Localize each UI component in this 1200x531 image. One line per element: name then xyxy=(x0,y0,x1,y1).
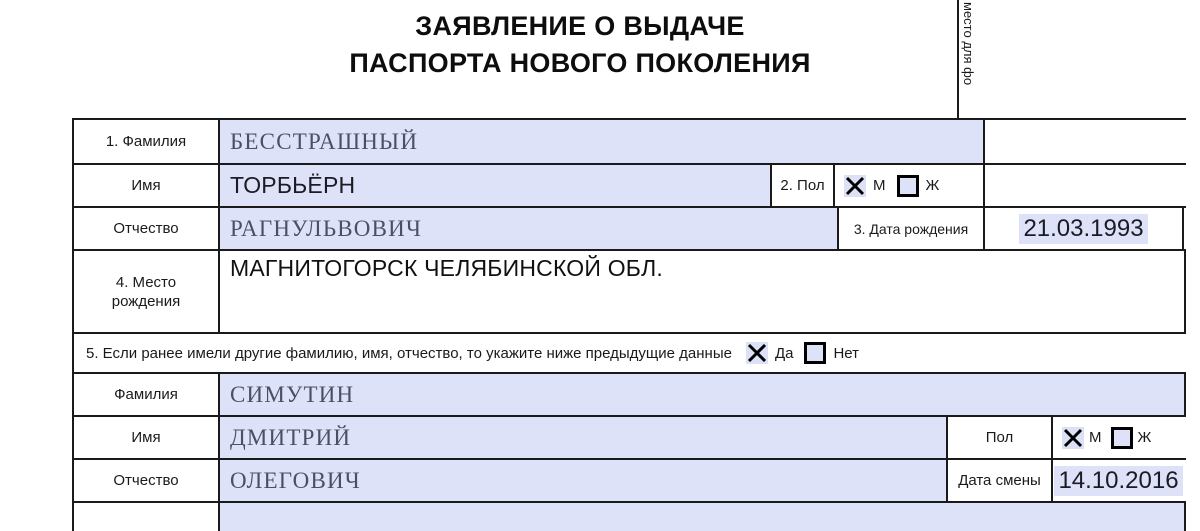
previous-firstname-label: Имя xyxy=(74,417,220,458)
page-title: ЗАЯВЛЕНИЕ О ВЫДАЧЕ ПАСПОРТА НОВОГО ПОКОЛ… xyxy=(215,8,945,82)
previous-surname-label: Фамилия xyxy=(74,374,220,415)
table-row-birthplace: 4. Место рождения МАГНИТОГОРСК ЧЕЛЯБИНСК… xyxy=(74,251,1186,334)
previous-data-question-cell: 5. Если ранее имели другие фамилию, имя,… xyxy=(74,334,1186,372)
previous-sex-female-label: Ж xyxy=(1137,429,1152,446)
photo-placeholder-label: место для фо xyxy=(961,2,976,86)
previous-patronymic-value[interactable]: ОЛЕГОВИЧ xyxy=(220,460,948,501)
previous-patronymic-label: Отчество xyxy=(74,460,220,501)
photo-placeholder-box: место для фо xyxy=(957,0,1200,118)
birthdate-value-cell[interactable]: 21.03.1993 xyxy=(985,208,1184,249)
birthplace-label: 4. Место рождения xyxy=(74,251,220,332)
table-row-previous-surname: Фамилия СИМУТИН xyxy=(74,374,1186,417)
previous-sex-male-label: М xyxy=(1089,429,1102,446)
surname-label: 1. Фамилия xyxy=(74,120,220,163)
change-date-value: 14.10.2016 xyxy=(1054,465,1183,496)
sex-male-checkbox[interactable] xyxy=(844,174,866,197)
sex-female-label: Ж xyxy=(925,177,940,194)
birthplace-value[interactable]: МАГНИТОГОРСК ЧЕЛЯБИНСКОЙ ОБЛ. xyxy=(220,251,1186,332)
patronymic-value[interactable]: РАГНУЛЬВОВИЧ xyxy=(220,208,839,249)
sex-checkbox-group: М Ж xyxy=(835,165,985,206)
sex-label: 2. Пол xyxy=(772,165,835,206)
previous-sex-female-checkbox[interactable] xyxy=(1110,426,1133,449)
page-title-line-2: ПАСПОРТА НОВОГО ПОКОЛЕНИЯ xyxy=(349,48,811,78)
previous-data-options: Да Нет xyxy=(745,342,863,364)
application-form-table: 1. Фамилия БЕССТРАШНЫЙ Имя ТОРБЬЁРН 2. П… xyxy=(72,118,1186,531)
previous-data-question: 5. Если ранее имели другие фамилию, имя,… xyxy=(74,342,1186,364)
table-row-surname: 1. Фамилия БЕССТРАШНЫЙ xyxy=(74,120,1186,165)
table-row-previous-firstname: Имя ДМИТРИЙ Пол М Ж xyxy=(74,417,1186,460)
birthdate-label: 3. Дата рождения xyxy=(839,208,985,249)
previous-firstname-value[interactable]: ДМИТРИЙ xyxy=(220,417,948,458)
previous-data-question-text: 5. Если ранее имели другие фамилию, имя,… xyxy=(86,344,732,362)
change-date-label: Дата смены xyxy=(948,460,1053,501)
firstname-row-filler xyxy=(985,165,1184,206)
patronymic-label: Отчество xyxy=(74,208,220,249)
sex-options: М Ж xyxy=(835,174,952,197)
table-row-previous-data-question: 5. Если ранее имели другие фамилию, имя,… xyxy=(74,334,1186,374)
table-row-patronymic: Отчество РАГНУЛЬВОВИЧ 3. Дата рождения 2… xyxy=(74,208,1186,251)
table-row-firstname: Имя ТОРБЬЁРН 2. Пол М Ж xyxy=(74,165,1186,208)
previous-sex-label: Пол xyxy=(948,417,1053,458)
birthplace-label-line-2: рождения xyxy=(111,292,181,310)
previous-data-yes-checkbox[interactable] xyxy=(745,342,768,364)
previous-data-no-checkbox[interactable] xyxy=(804,342,827,364)
previous-sex-options: М Ж xyxy=(1053,426,1164,449)
surname-row-filler xyxy=(985,120,1184,163)
table-row-previous-patronymic: Отчество ОЛЕГОВИЧ Дата смены 14.10.2016 xyxy=(74,460,1186,503)
firstname-value[interactable]: ТОРБЬЁРН xyxy=(220,165,772,206)
firstname-label: Имя xyxy=(74,165,220,206)
surname-value[interactable]: БЕССТРАШНЫЙ xyxy=(220,120,985,163)
birthplace-label-line-1: 4. Место xyxy=(115,273,177,291)
birthdate-value: 21.03.1993 xyxy=(1019,213,1148,244)
previous-surname-value[interactable]: СИМУТИН xyxy=(220,374,1186,415)
previous-sex-male-checkbox[interactable] xyxy=(1062,426,1084,449)
change-date-value-cell[interactable]: 14.10.2016 xyxy=(1053,460,1184,501)
previous-sex-checkbox-group: М Ж xyxy=(1053,417,1184,458)
sex-male-label: М xyxy=(873,177,886,194)
sex-female-checkbox[interactable] xyxy=(896,174,919,197)
previous-data-yes-label: Да xyxy=(774,344,794,362)
previous-data-no-label: Нет xyxy=(833,344,859,362)
page-title-line-1: ЗАЯВЛЕНИЕ О ВЫДАЧЕ xyxy=(415,11,745,41)
document-header: ЗАЯВЛЕНИЕ О ВЫДАЧЕ ПАСПОРТА НОВОГО ПОКОЛ… xyxy=(0,0,1200,118)
